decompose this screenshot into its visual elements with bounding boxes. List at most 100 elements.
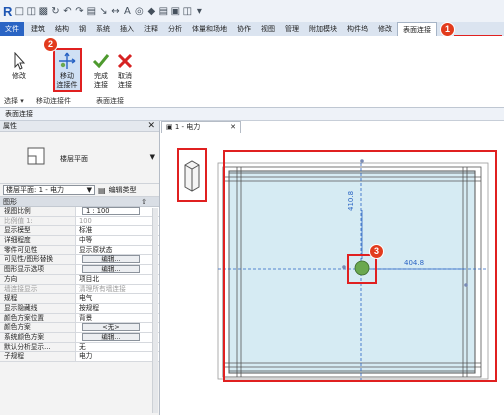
property-row[interactable]: 方向 项目北 (0, 274, 159, 285)
sync-icon[interactable]: ↻ (50, 6, 60, 17)
drawing-canvas[interactable]: 410.8 404.8 3 (161, 133, 504, 415)
group-graphics[interactable]: 图形 ⇧ (0, 197, 159, 207)
close-hidden-icon[interactable]: ▣ (170, 6, 180, 17)
property-value[interactable]: 无 (76, 342, 159, 352)
edit-type-button[interactable]: 编辑类型 (109, 185, 137, 195)
save-icon[interactable]: ▩ (38, 6, 48, 17)
horizontal-dimension-value[interactable]: 404.8 (404, 259, 424, 267)
property-name: 方向 (0, 274, 76, 284)
view-scale-field[interactable]: 1 : 100 (82, 207, 140, 215)
view-tab-label: 1 - 电力 (174, 123, 201, 131)
tab-surface-connect[interactable]: 表面连接 (397, 22, 437, 36)
property-row[interactable]: 规程 电气 (0, 294, 159, 304)
switch-windows-icon[interactable]: ◫ (182, 6, 192, 17)
vertical-dimension-value[interactable]: 410.8 (347, 191, 355, 211)
property-name: 墙连接显示 (0, 284, 76, 294)
property-value[interactable]: 清理所有墙连接 (76, 284, 159, 294)
panel-label-select[interactable]: 选择 ▾ (4, 96, 24, 106)
chevron-down-icon[interactable]: ▼ (150, 153, 155, 161)
type-selector[interactable]: 楼层平面 ▼ (0, 132, 159, 184)
property-value[interactable]: 电气 (76, 294, 159, 303)
tab-file[interactable]: 文件 (0, 22, 24, 36)
property-row[interactable]: 显示隐藏线 按规程 (0, 303, 159, 314)
modify-button[interactable]: 修改 (6, 50, 32, 81)
property-edit-button[interactable]: <无> (82, 323, 140, 332)
tab-steel[interactable]: 钢 (74, 22, 91, 36)
folder-icon[interactable]: ◫ (26, 6, 36, 17)
edit-type-icon[interactable]: ▤ (98, 186, 106, 195)
measure-icon[interactable]: ↘ (98, 6, 108, 17)
tab-systems[interactable]: 系统 (91, 22, 115, 36)
property-value[interactable]: 100 (76, 216, 159, 226)
customize-qat-icon[interactable]: ▾ (194, 6, 204, 17)
property-row[interactable]: 显示模型 标准 (0, 226, 159, 237)
property-row[interactable]: 详细程度 中等 (0, 236, 159, 246)
property-value[interactable]: 标准 (76, 226, 159, 236)
redo-icon[interactable]: ↷ (74, 6, 84, 17)
tab-modify[interactable]: 修改 (373, 22, 397, 36)
close-view-icon[interactable]: ✕ (230, 122, 236, 133)
property-value[interactable]: 显示原状态 (76, 245, 159, 255)
tab-component-dock[interactable]: 构件坞 (342, 22, 373, 36)
property-value[interactable]: 1 : 100 (76, 207, 159, 216)
property-value[interactable]: <无> (76, 323, 159, 332)
surface-connector-icon[interactable] (354, 260, 370, 276)
property-value[interactable]: 编辑... (76, 265, 159, 274)
tab-structure[interactable]: 结构 (50, 22, 74, 36)
property-name: 详细程度 (0, 236, 76, 245)
tab-analyze[interactable]: 分析 (163, 22, 187, 36)
3d-view-icon[interactable]: ◎ (134, 6, 144, 17)
property-name: 显示模型 (0, 226, 76, 236)
grip-point[interactable] (464, 283, 468, 287)
tab-view[interactable]: 视图 (256, 22, 280, 36)
dimension-icon[interactable]: ↔ (110, 6, 120, 17)
thin-lines-icon[interactable]: ▤ (158, 6, 168, 17)
tab-insert[interactable]: 插入 (115, 22, 139, 36)
tab-annotate[interactable]: 注释 (139, 22, 163, 36)
property-value[interactable]: 中等 (76, 236, 159, 245)
revit-logo[interactable]: R (3, 4, 12, 19)
cancel-connection-button[interactable]: 取消 连接 (112, 50, 138, 90)
view-tab-electrical[interactable]: ▣ 1 - 电力 ✕ (161, 121, 241, 133)
property-value[interactable]: 项目北 (76, 274, 159, 284)
print-icon[interactable]: ▤ (86, 6, 96, 17)
property-row[interactable]: 默认分析显示... 无 (0, 342, 159, 353)
grip-point[interactable] (342, 265, 346, 269)
property-row[interactable]: 视图比例 1 : 100 (0, 207, 159, 217)
grip-point[interactable] (360, 159, 364, 163)
property-name: 规程 (0, 294, 76, 303)
property-row[interactable]: 子规程 电力 (0, 352, 159, 362)
property-row[interactable]: 零件可见性 显示原状态 (0, 245, 159, 256)
property-edit-button[interactable]: 编辑... (82, 255, 140, 264)
undo-icon[interactable]: ↶ (62, 6, 72, 17)
text-icon[interactable]: A (122, 6, 132, 17)
open-icon[interactable]: □ (14, 6, 24, 17)
property-value[interactable]: 编辑... (76, 255, 159, 265)
property-edit-button[interactable]: 编辑... (82, 265, 140, 274)
property-value[interactable]: 编辑... (76, 332, 159, 342)
view-cube-icon[interactable] (177, 148, 207, 202)
tab-manage[interactable]: 管理 (280, 22, 304, 36)
collapse-icon[interactable]: ⇧ (141, 197, 147, 207)
property-row[interactable]: 可见性/图形替换 编辑... (0, 255, 159, 266)
property-name: 子规程 (0, 352, 76, 361)
instance-selector[interactable]: 楼层平面: 1 - 电力 ▼ (3, 185, 95, 195)
property-row[interactable]: 颜色方案位置 背景 (0, 313, 159, 324)
property-value[interactable]: 按规程 (76, 303, 159, 313)
section-icon[interactable]: ◆ (146, 6, 156, 17)
close-icon[interactable]: ✕ (147, 121, 155, 132)
property-row[interactable]: 墙连接显示 清理所有墙连接 (0, 284, 159, 295)
property-value[interactable]: 背景 (76, 313, 159, 323)
property-row[interactable]: 图形显示选项 编辑... (0, 265, 159, 275)
tab-architecture[interactable]: 建筑 (26, 22, 50, 36)
tab-massing-site[interactable]: 体量和场地 (187, 22, 232, 36)
property-value[interactable]: 电力 (76, 352, 159, 361)
tab-addins[interactable]: 附加模块 (304, 22, 342, 36)
properties-scrollbar[interactable] (152, 208, 158, 413)
property-edit-button[interactable]: 编辑... (82, 332, 140, 341)
tab-collaborate[interactable]: 协作 (232, 22, 256, 36)
property-row[interactable]: 系统颜色方案 编辑... (0, 332, 159, 343)
finish-connection-button[interactable]: 完成 连接 (88, 50, 114, 90)
property-row[interactable]: 比例值 1: 100 (0, 216, 159, 227)
property-row[interactable]: 颜色方案 <无> (0, 323, 159, 333)
